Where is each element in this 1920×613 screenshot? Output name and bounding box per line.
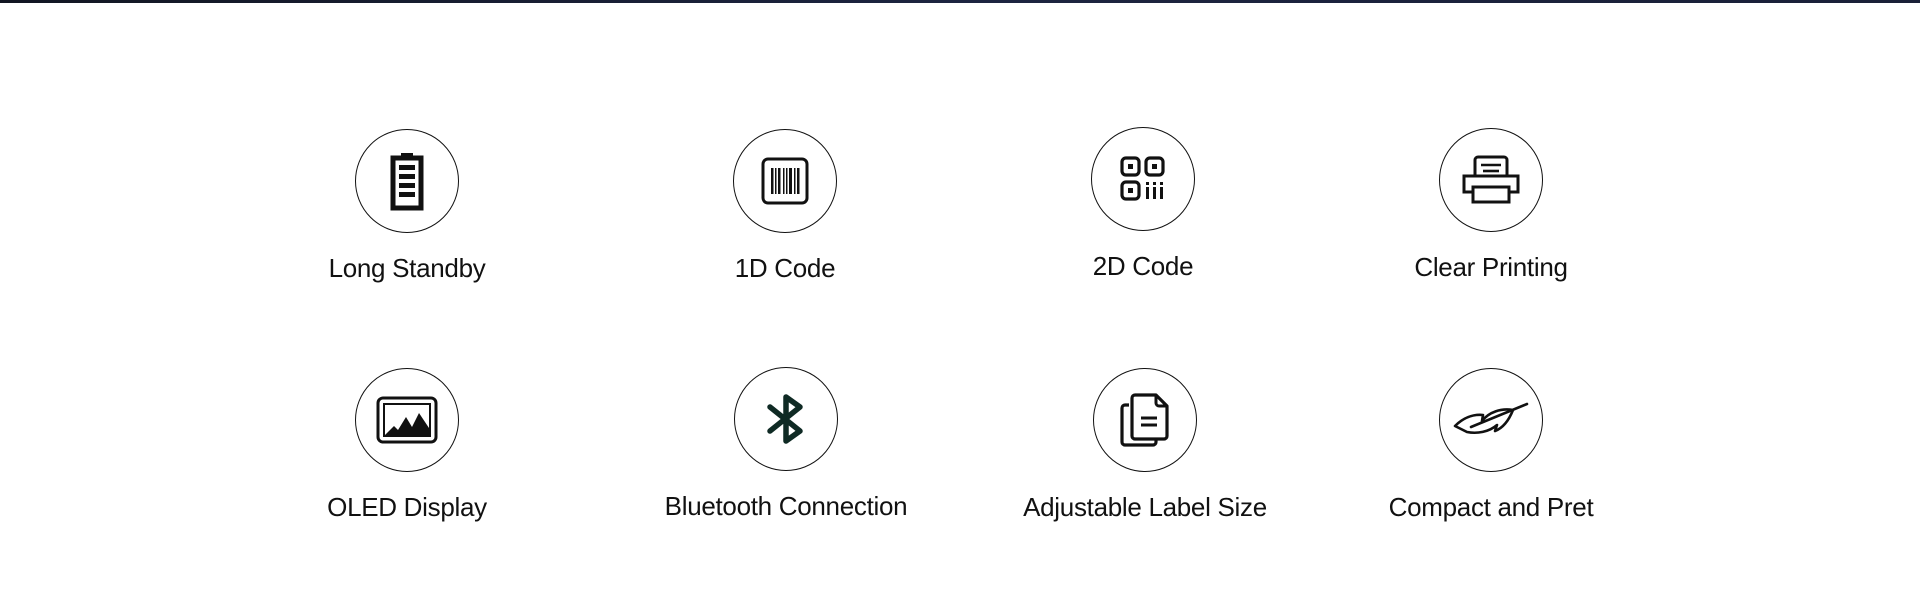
bluetooth-icon	[764, 391, 808, 447]
feature-1d-code: 1D Code	[625, 129, 945, 283]
printer-icon	[1461, 154, 1521, 206]
feature-label: Clear Printing	[1414, 252, 1568, 282]
feature-icon-circle	[734, 367, 838, 471]
feature-compact-and-pret: Compact and Pret	[1331, 368, 1651, 522]
feature-label: 1D Code	[734, 253, 836, 283]
feature-label: Bluetooth Connection	[664, 491, 908, 521]
image-display-icon	[376, 396, 438, 444]
barcode-icon	[760, 156, 810, 206]
feature-2d-code: 2D Code	[983, 127, 1303, 281]
feature-label: Adjustable Label Size	[1023, 492, 1267, 522]
feature-icon-circle	[355, 129, 459, 233]
feature-adjustable-label-size: Adjustable Label Size	[985, 368, 1305, 522]
top-border-strip	[0, 0, 1920, 3]
feature-clear-printing: Clear Printing	[1331, 128, 1651, 282]
documents-icon	[1119, 391, 1171, 449]
feature-label: Long Standby	[328, 253, 486, 283]
feature-icon-circle	[1091, 127, 1195, 231]
feature-label: Compact and Pret	[1388, 492, 1594, 522]
qr-code-icon	[1118, 154, 1168, 204]
feature-long-standby: Long Standby	[247, 129, 567, 283]
feature-bluetooth-connection: Bluetooth Connection	[626, 367, 946, 521]
feature-icon-circle	[1439, 368, 1543, 472]
battery-icon	[387, 151, 427, 211]
feature-icon-circle	[1093, 368, 1197, 472]
feature-icon-circle	[733, 129, 837, 233]
feather-icon	[1451, 398, 1531, 442]
feature-oled-display: OLED Display	[247, 368, 567, 522]
feature-label: 2D Code	[1092, 251, 1194, 281]
feature-label: OLED Display	[327, 492, 487, 522]
feature-icon-circle	[355, 368, 459, 472]
feature-icon-circle	[1439, 128, 1543, 232]
